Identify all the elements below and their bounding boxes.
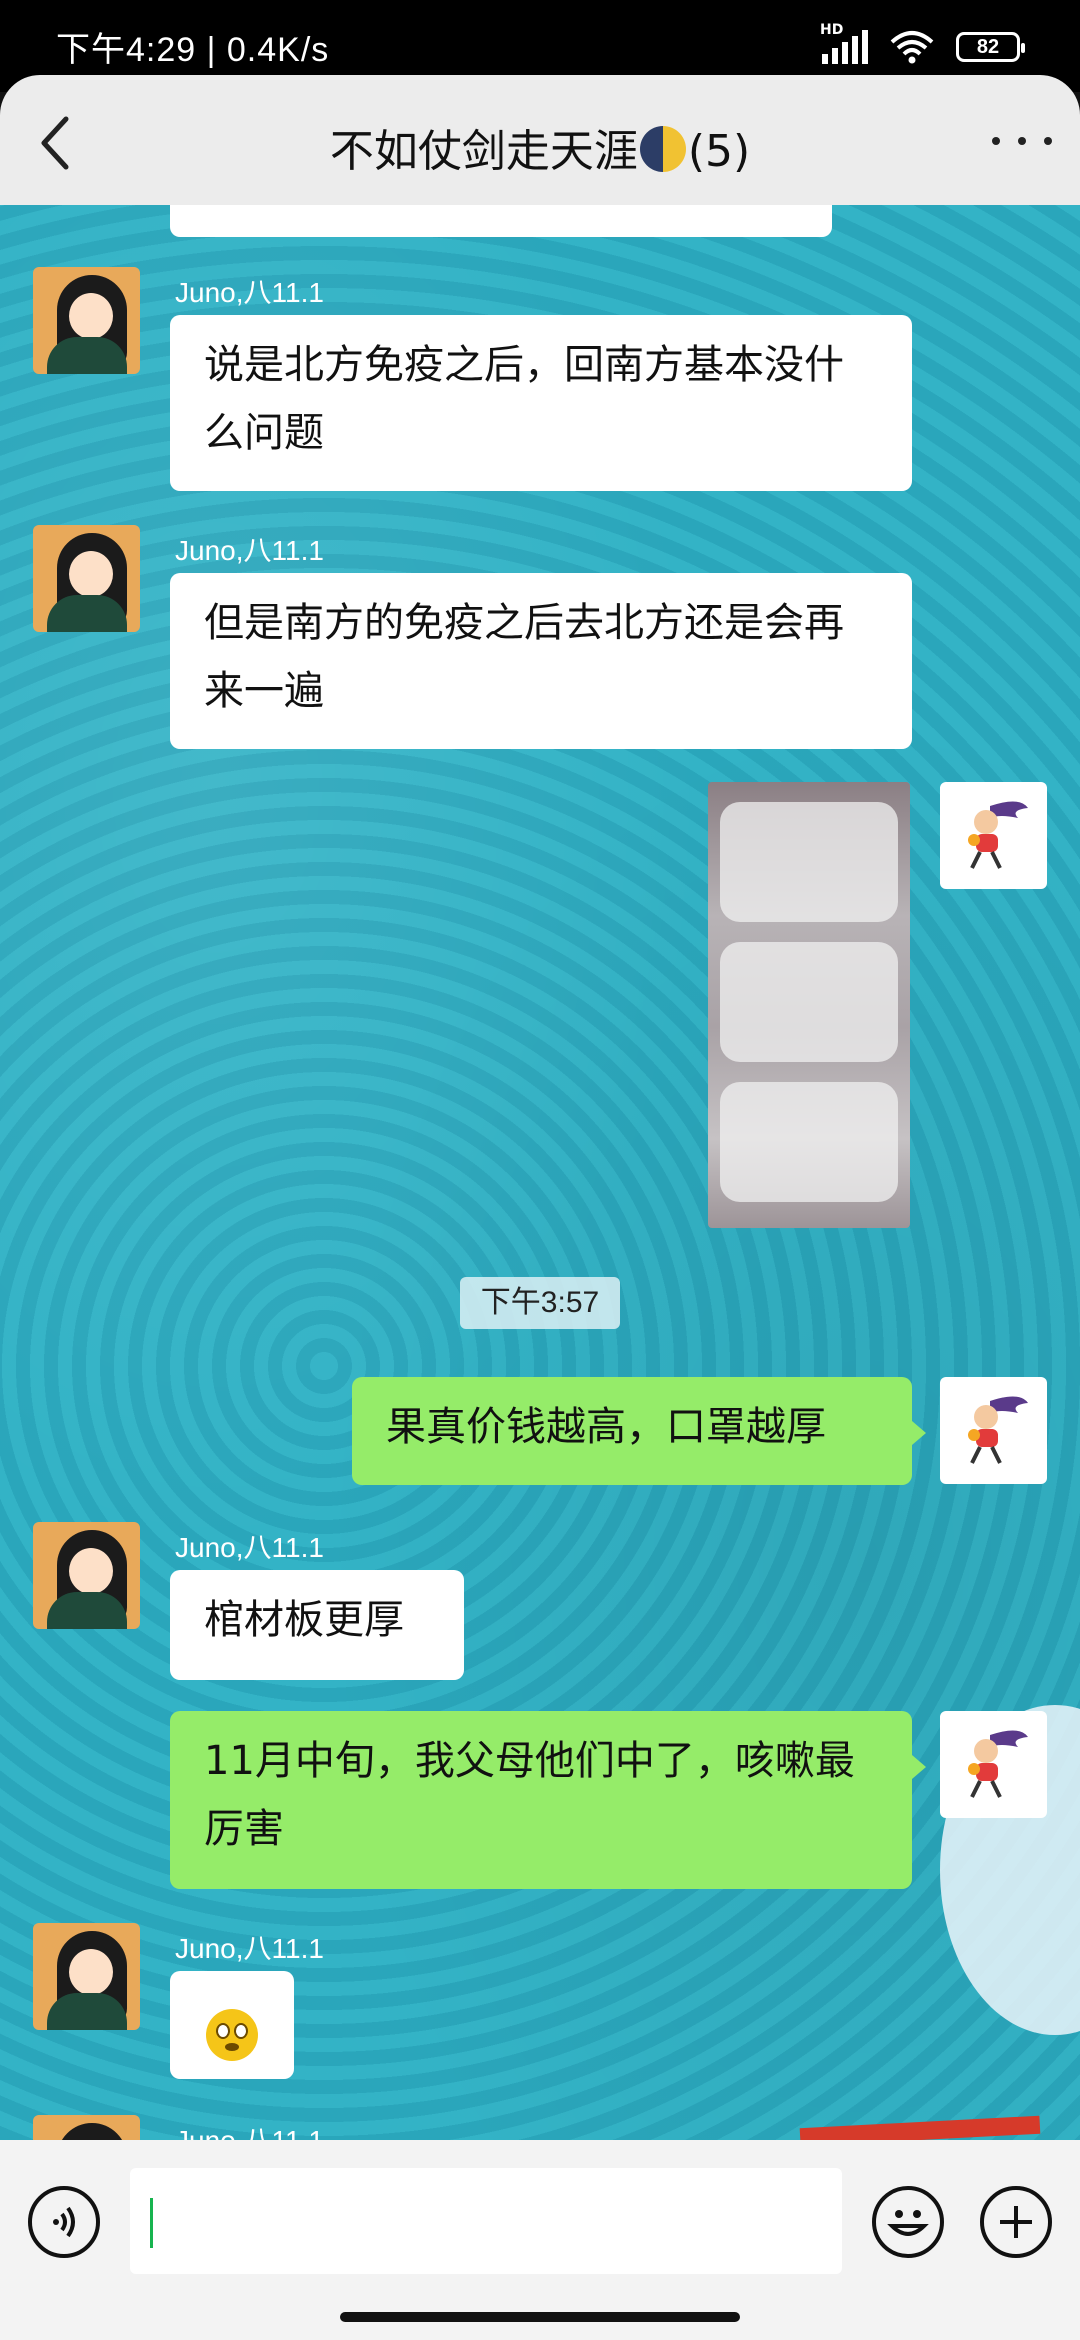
message-bubble[interactable]: 棺材板更厚	[170, 1570, 464, 1680]
home-indicator[interactable]	[340, 2312, 740, 2322]
chat-title: 不如仗剑走天涯 (5)	[0, 115, 1080, 179]
member-count: (5)	[687, 126, 751, 177]
flushed-face-emoji	[206, 2009, 258, 2061]
chat-header: 不如仗剑走天涯 (5)	[0, 75, 1080, 205]
avatar[interactable]	[33, 1923, 140, 2030]
avatar[interactable]	[33, 2115, 140, 2140]
sender-name: Juno,八11.1	[175, 1532, 324, 1563]
network-type: HD	[820, 22, 844, 38]
battery-icon: 82	[956, 32, 1025, 62]
sender-name: Juno,八11.1	[175, 2119, 324, 2140]
input-bar	[0, 2140, 1080, 2340]
message-bubble-partial	[170, 205, 832, 237]
text-caret	[150, 2198, 153, 2248]
cartoon-figure-icon	[968, 801, 1028, 869]
status-time: 下午4:29 | 0.4K/s	[56, 31, 330, 69]
emoji-icon[interactable]	[872, 2186, 944, 2258]
signal-icon: HD	[820, 22, 868, 64]
avatar[interactable]	[33, 1522, 140, 1629]
message-bubble[interactable]: 11月中旬，我父母他们中了，咳嗽最厉害	[170, 1711, 926, 1889]
sender-name: Juno,八11.1	[175, 277, 324, 308]
message-input[interactable]	[130, 2168, 842, 2274]
avatar[interactable]	[940, 1377, 1047, 1484]
sender-name: Juno,八11.1	[175, 1933, 324, 1964]
background-stripe	[799, 2115, 1041, 2140]
avatar[interactable]	[33, 525, 140, 632]
avatar[interactable]	[940, 1711, 1047, 1818]
message-bubble[interactable]: 果真价钱越高，口罩越厚	[352, 1377, 926, 1485]
message-timestamp: 下午3:57	[460, 1277, 620, 1329]
moon-emoji	[639, 126, 686, 172]
sender-name: Juno,八11.1	[175, 535, 324, 566]
message-bubble[interactable]: 说是北方免疫之后，回南方基本没什么问题	[170, 315, 912, 491]
wifi-icon	[890, 31, 934, 64]
group-name: 不如仗剑走天涯	[329, 126, 638, 177]
plus-icon[interactable]	[980, 2186, 1052, 2258]
voice-icon[interactable]	[28, 2186, 100, 2258]
more-options-icon[interactable]	[992, 119, 1052, 163]
message-bubble[interactable]: 但是南方的免疫之后去北方还是会再来一遍	[170, 573, 912, 749]
message-bubble[interactable]	[170, 1971, 294, 2079]
chat-area[interactable]: Juno,八11.1 说是北方免疫之后，回南方基本没什么问题 Juno,八11.…	[0, 205, 1080, 2140]
avatar[interactable]	[33, 267, 140, 374]
avatar[interactable]	[940, 782, 1047, 889]
battery-level: 82	[976, 35, 1000, 58]
masks-photo[interactable]	[708, 782, 910, 1228]
